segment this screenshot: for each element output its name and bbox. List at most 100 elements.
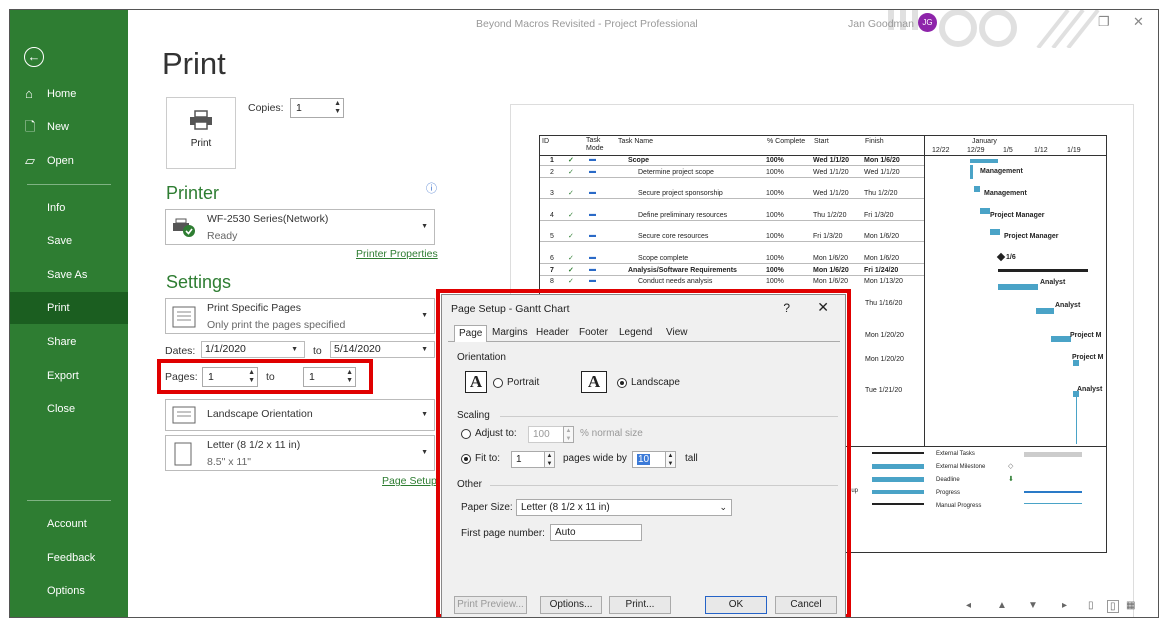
table-cell-name: Define preliminary resources (638, 212, 728, 219)
first-page-field[interactable]: Auto (550, 524, 642, 541)
printer-dropdown[interactable]: WF-2530 Series(Network) Ready ▼ (165, 209, 435, 245)
fit-tall-field[interactable]: 10 (632, 451, 666, 468)
table-row: 1 Scope 100% Wed 1/1/20 Mon 1/6/20 ✓ ▬ (540, 156, 924, 166)
date-to-picker[interactable]: 5/14/2020 ▼ (330, 341, 435, 358)
options-button[interactable]: Options... (540, 596, 602, 614)
fit-to-radio[interactable] (461, 454, 471, 464)
sidebar-item-home[interactable]: ⌂ Home (10, 78, 128, 110)
adjust-to-radio[interactable] (461, 429, 471, 439)
paper-size-select[interactable]: Letter (8 1/2 x 11 in) ⌄ (516, 499, 732, 516)
tab-page[interactable]: Page (454, 325, 488, 342)
table-cell-start: Mon 1/6/20 (813, 255, 849, 262)
landscape-radio[interactable] (617, 378, 627, 388)
last-page-icon[interactable]: ▸ (1062, 600, 1067, 611)
chevron-down-icon: ▼ (421, 449, 428, 456)
pages-label: Pages: (165, 371, 198, 383)
copies-stepper[interactable]: 1 ▲ ▼ (290, 98, 344, 118)
tab-view[interactable]: View (662, 325, 692, 342)
restore-icon[interactable]: ❐ (1098, 14, 1110, 30)
table-cell-complete: 100% (766, 278, 784, 285)
fit-tall-spin-icon[interactable]: ▲ ▼ (665, 451, 676, 468)
info-icon[interactable]: ⓘ (426, 180, 437, 196)
fit-wide-suffix: pages wide by (563, 453, 627, 464)
pages-from-stepper[interactable]: 1 ▲ ▼ (202, 367, 258, 387)
sidebar-item-export[interactable]: Export (10, 360, 128, 392)
print-button[interactable]: Print (166, 97, 236, 169)
sidebar-item-options[interactable]: Options (10, 575, 128, 607)
home-icon: ⌂ (25, 86, 33, 101)
portrait-icon: A (465, 371, 487, 393)
page-title: Print (162, 46, 226, 81)
portrait-radio[interactable] (493, 378, 503, 388)
tab-header[interactable]: Header (532, 325, 573, 342)
sidebar-item-save[interactable]: Save (10, 225, 128, 257)
project-app-window: ← ⌂ Home 🗋 New ▱ Open Info Save Save As Pri… (9, 9, 1159, 618)
sidebar-item-close[interactable]: Close (10, 393, 128, 425)
multi-page-icon[interactable]: ▦ (1126, 600, 1135, 611)
print-range-dropdown[interactable]: Print Specific Pages Only print the page… (165, 298, 435, 334)
paper-size-dropdown[interactable]: Letter (8 1/2 x 11 in) 8.5" x 11" ▼ (165, 435, 435, 471)
ok-button[interactable]: OK (705, 596, 767, 614)
table-cell-finish: Fri 1/3/20 (864, 212, 894, 219)
table-cell-id: 3 (550, 190, 554, 197)
back-arrow-icon[interactable]: ← (24, 47, 44, 67)
table-cell-complete: 100% (766, 169, 784, 176)
help-icon[interactable]: ? (783, 301, 790, 315)
first-page-icon[interactable]: ◂ (966, 600, 971, 611)
sidebar-item-open[interactable]: ▱ Open (10, 145, 128, 177)
table-row: 6 Scope complete 100% Mon 1/6/20 Mon 1/6/20 ✓… (540, 254, 924, 264)
adjust-to-label[interactable]: Adjust to: (475, 428, 517, 439)
fit-to-label[interactable]: Fit to: (475, 453, 500, 464)
table-cell-complete: 100% (766, 190, 784, 197)
sidebar-item-print[interactable]: Print (10, 292, 128, 324)
printer-properties-link[interactable]: Printer Properties (356, 248, 438, 260)
task-mode-icon: ▬ (589, 277, 596, 284)
check-icon: ✓ (568, 278, 574, 285)
sidebar-item-save-as[interactable]: Save As (10, 259, 128, 291)
tab-margins[interactable]: Margins (488, 325, 532, 342)
spin-arrows-icon[interactable]: ▲ ▼ (346, 369, 353, 385)
fit-wide-spin-icon[interactable]: ▲ ▼ (544, 451, 555, 468)
cancel-button[interactable]: Cancel (775, 596, 837, 614)
user-name[interactable]: Jan Goodman (848, 18, 914, 30)
tab-legend[interactable]: Legend (615, 325, 656, 342)
sidebar-item-share[interactable]: Share (10, 326, 128, 358)
page-setup-link[interactable]: Page Setup (382, 475, 437, 487)
close-icon[interactable]: ✕ (817, 299, 829, 316)
copies-label: Copies: (248, 102, 284, 114)
single-page-icon[interactable]: ▯ (1088, 600, 1094, 611)
orientation-dropdown[interactable]: Landscape Orientation ▼ (165, 399, 435, 431)
table-cell-id: 8 (550, 278, 554, 285)
close-window-icon[interactable]: ✕ (1133, 14, 1144, 30)
landscape-label[interactable]: Landscape (631, 377, 680, 388)
table-row: 3 Secure project sponsorship 100% Wed 1/1/2… (540, 189, 924, 199)
table-cell-complete: 100% (766, 212, 784, 219)
first-page-label: First page number: (461, 528, 545, 539)
two-page-icon[interactable]: ▯ (1107, 600, 1119, 613)
print-preview-button[interactable]: Print Preview... (454, 596, 527, 614)
portrait-label[interactable]: Portrait (507, 377, 539, 388)
sidebar-item-info[interactable]: Info (10, 192, 128, 224)
sidebar-item-account[interactable]: Account (10, 508, 128, 540)
page-down-icon[interactable]: ▼ (1028, 600, 1038, 611)
title-bar: Beyond Macros Revisited - Project Profes… (128, 10, 1158, 48)
adjust-percent-field[interactable]: 100 (528, 426, 564, 443)
avatar[interactable]: JG (918, 13, 937, 32)
task-mode-icon: ▬ (589, 189, 596, 196)
date-from-picker[interactable]: 1/1/2020 ▼ (201, 341, 305, 358)
sidebar-item-new[interactable]: 🗋 New (10, 111, 128, 143)
fit-wide-field[interactable]: 1 (511, 451, 545, 468)
dialog-print-button[interactable]: Print... (609, 596, 671, 614)
sidebar-item-feedback[interactable]: Feedback (10, 542, 128, 574)
table-cell-finish: Mon 1/6/20 (864, 233, 900, 240)
table-cell-id: 2 (550, 169, 554, 176)
spin-arrows-icon[interactable]: ▲ ▼ (248, 369, 255, 385)
other-section-label: Other (457, 479, 483, 490)
pages-to-stepper[interactable]: 1 ▲ ▼ (303, 367, 356, 387)
page-up-icon[interactable]: ▲ (997, 600, 1007, 611)
adjust-spin-icon[interactable]: ▲ ▼ (563, 426, 574, 443)
spin-arrows-icon[interactable]: ▲ ▼ (334, 100, 341, 116)
tab-footer[interactable]: Footer (575, 325, 612, 342)
table-row: 4 Define preliminary resources 100% Thu 1/2… (540, 211, 924, 221)
table-cell-id: 7 (550, 267, 554, 274)
